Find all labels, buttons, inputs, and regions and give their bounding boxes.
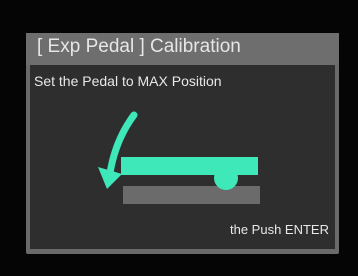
calibration-dialog: [ Exp Pedal ] Calibration Set the Pedal … <box>26 33 339 254</box>
device-screen: [ Exp Pedal ] Calibration Set the Pedal … <box>0 0 358 276</box>
expression-pedal-icon <box>121 157 258 175</box>
dialog-content: Set the Pedal to MAX Position the Push E… <box>30 65 335 249</box>
dialog-title: [ Exp Pedal ] Calibration <box>37 36 241 57</box>
dialog-title-bar: [ Exp Pedal ] Calibration <box>26 33 339 65</box>
enter-prompt: the Push ENTER <box>230 222 329 237</box>
pedal-base-icon <box>123 186 260 204</box>
